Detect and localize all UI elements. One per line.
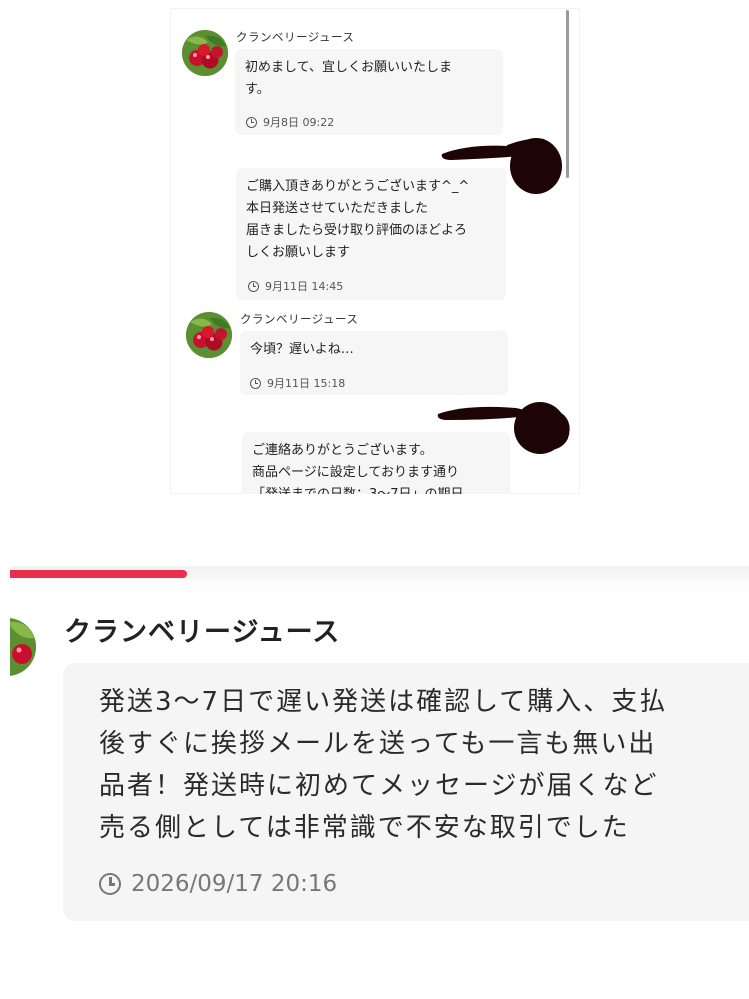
timestamp-text: 9月11日 14:45 bbox=[265, 280, 344, 293]
clock-icon bbox=[246, 116, 257, 128]
review-screenshot: クランベリージュース 発送3〜7日で遅い発送は確認して購入、支払 後すぐに挨拶メ… bbox=[10, 566, 749, 923]
message-text: ご連絡ありがとうございます。 商品ページに設定しております通り 「発送までの日数… bbox=[252, 443, 464, 494]
cranberry-avatar-icon[interactable] bbox=[186, 312, 232, 358]
cranberry-avatar-icon[interactable] bbox=[182, 30, 228, 76]
review-timestamp-text: 2026/09/17 20:16 bbox=[131, 871, 338, 897]
message-text: 今頃？遅いよね… bbox=[250, 342, 354, 357]
sender-name: クランベリージュース bbox=[236, 30, 355, 44]
message-text: ご購入頂きありがとうございます^_^ 本日発送させていただきました 届きましたら… bbox=[246, 179, 470, 260]
message-timestamp: 9月11日 14:45 bbox=[248, 278, 343, 294]
clock-icon bbox=[248, 280, 259, 292]
progress-bar bbox=[10, 566, 749, 582]
message-bubble: ご連絡ありがとうございます。 商品ページに設定しております通り 「発送までの日数… bbox=[242, 432, 510, 494]
progress-bar-fill bbox=[10, 570, 188, 578]
clock-icon bbox=[250, 377, 261, 389]
message-timestamp: 9月8日 09:22 bbox=[246, 114, 334, 130]
timestamp-text: 9月8日 09:22 bbox=[263, 116, 335, 129]
message-text: 初めまして、宜しくお願いいたしま す。 bbox=[245, 60, 452, 97]
chat-screenshot: クランベリージュース 初めまして、宜しくお願いいたしま す。 9月8日 09:2… bbox=[170, 8, 580, 494]
review-sender-name: クランベリージュース bbox=[64, 617, 341, 648]
message-timestamp: 9月11日 15:18 bbox=[250, 375, 345, 391]
sender-name: クランベリージュース bbox=[240, 312, 359, 326]
clock-icon bbox=[99, 873, 121, 895]
timestamp-text: 9月11日 15:18 bbox=[267, 377, 346, 390]
cranberry-avatar-icon[interactable] bbox=[10, 618, 36, 676]
review-bubble: 発送3〜7日で遅い発送は確認して購入、支払 後すぐに挨拶メールを送っても一言も無… bbox=[63, 663, 749, 921]
review-text: 発送3〜7日で遅い発送は確認して購入、支払 後すぐに挨拶メールを送っても一言も無… bbox=[99, 687, 668, 843]
review-timestamp: 2026/09/17 20:16 bbox=[99, 871, 337, 897]
